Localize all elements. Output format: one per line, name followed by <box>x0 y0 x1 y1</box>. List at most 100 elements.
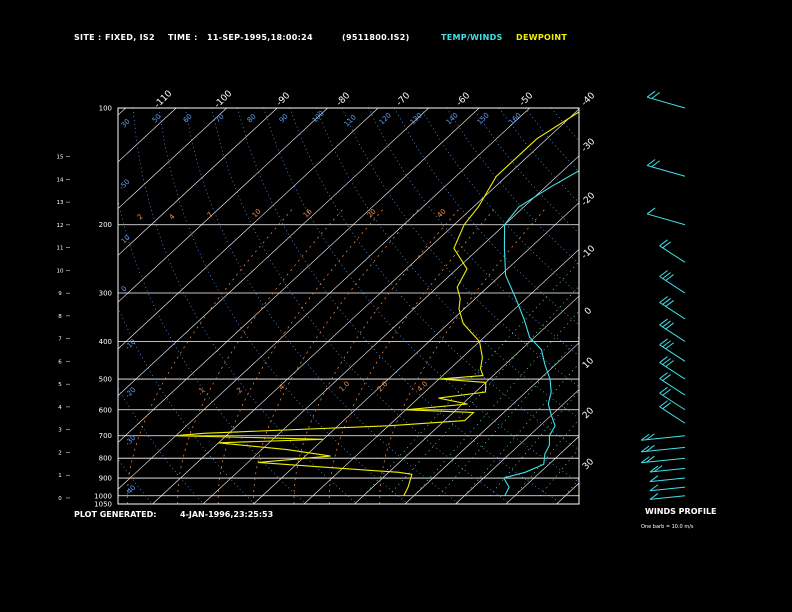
isotherm-line <box>354 295 579 504</box>
pressure-tick-label: 1050 <box>94 501 112 509</box>
height-tick-label: 6 <box>58 359 62 365</box>
moist-adiabat-line <box>388 285 579 497</box>
isotherm-line <box>303 248 579 504</box>
isotherm-line <box>0 108 75 504</box>
wind-barb <box>659 362 686 380</box>
isotherm-label: -40 <box>580 91 598 109</box>
isotherm-line <box>118 108 177 163</box>
mixing-ratio-line <box>379 206 547 504</box>
moist-adiabat-line <box>514 418 579 497</box>
isotherm-label: -90 <box>275 91 293 109</box>
mixing-ratio-label: 7 <box>206 211 215 220</box>
height-tick-label: 10 <box>57 268 64 274</box>
mixing-ratio-label: 2 <box>136 213 145 222</box>
dry-adiabat-line <box>0 108 101 504</box>
height-tick-label: 4 <box>58 405 62 411</box>
isotherm-label: -60 <box>455 91 473 109</box>
wind-barb <box>659 344 686 362</box>
dry-adiabat-label: 30 <box>120 117 132 129</box>
dry-adiabat-label: 120 <box>378 111 393 126</box>
isotherm-label: -70 <box>395 91 413 109</box>
height-tick-label: 9 <box>58 291 62 297</box>
mixing-ratio-line <box>253 206 421 504</box>
dry-adiabat-line <box>118 198 307 504</box>
dry-adiabat-label: 0 <box>120 285 129 294</box>
mixing-ratio-label: 16 <box>302 207 314 219</box>
moist-adiabat-line <box>616 225 792 496</box>
pressure-tick-label: 200 <box>99 221 112 229</box>
wind-barb <box>646 213 686 226</box>
moist-adiabat-line <box>464 362 579 497</box>
moist-adiabat-line <box>413 310 579 497</box>
dry-adiabat-line <box>341 108 579 388</box>
moist-adiabat-line <box>438 336 579 497</box>
height-tick-label: 5 <box>58 382 62 388</box>
dry-adiabat-label: 110 <box>343 113 358 128</box>
isotherm-label: -30 <box>580 137 598 155</box>
moist-adiabat-line <box>591 225 792 496</box>
height-tick-label: 2 <box>58 450 62 456</box>
isotherm-line <box>118 108 126 116</box>
isotherm-label: -10 <box>580 244 598 262</box>
height-tick-label: 3 <box>58 428 62 434</box>
dry-adiabat-line <box>289 108 579 451</box>
dry-adiabat-label: 60 <box>182 112 194 124</box>
dry-adiabat-line <box>118 458 153 504</box>
mixing-ratio-line <box>126 206 295 504</box>
isotherm-label: -110 <box>153 89 175 111</box>
dry-adiabat-line <box>603 108 792 504</box>
mixing-ratio-label: 40 <box>436 207 448 219</box>
skewt-chart: 1002003004005006007008009001000105001234… <box>0 89 792 509</box>
pressure-tick-label: 700 <box>99 432 112 440</box>
dry-adiabat-label: 90 <box>278 112 290 124</box>
wind-barb <box>641 435 686 441</box>
isotherm-line <box>118 108 429 397</box>
mixing-ratio-label: 4 <box>168 212 177 221</box>
dry-adiabat-label: 130 <box>409 111 424 126</box>
wind-barb <box>649 495 686 500</box>
height-tick-label: 0 <box>58 496 62 502</box>
wind-barb <box>646 96 686 109</box>
pressure-tick-label: 600 <box>99 406 112 414</box>
dry-adiabat-line <box>237 108 563 504</box>
dry-adiabat-line <box>656 108 792 504</box>
isotherm-line <box>118 108 227 210</box>
dry-adiabat-label: 150 <box>476 111 491 126</box>
mixing-ratio-label: .4 <box>276 383 287 394</box>
mixing-ratio-line <box>177 206 345 504</box>
dry-adiabat-line <box>577 108 579 111</box>
height-tick-label: 7 <box>58 337 62 343</box>
chart-series <box>175 111 579 497</box>
dry-adiabat-line <box>682 108 792 504</box>
dry-adiabat-label: -10 <box>124 338 138 352</box>
isotherm-line <box>0 108 25 504</box>
wind-barb <box>659 276 686 294</box>
height-tick-label: 1 <box>58 473 62 479</box>
height-tick-label: 8 <box>58 314 62 320</box>
plot-frame <box>117 107 580 505</box>
dry-adiabat-line <box>446 108 579 265</box>
dry-adiabat-label: 10 <box>120 233 132 245</box>
mixing-ratio-line <box>293 206 462 504</box>
dry-adiabat-line <box>498 108 579 204</box>
dry-adiabat-label: 160 <box>508 111 523 126</box>
wind-barb <box>659 324 686 342</box>
winds-profile <box>640 90 686 500</box>
height-tick-label: 13 <box>57 200 64 206</box>
wind-barb <box>659 406 686 424</box>
dry-adiabat-line <box>367 108 579 357</box>
isotherm-label: -80 <box>335 91 353 109</box>
dry-adiabat-label: 140 <box>445 111 460 126</box>
pressure-tick-label: 300 <box>99 290 112 298</box>
isotherm-label: -100 <box>213 89 235 111</box>
isotherm-line <box>607 108 792 504</box>
height-tick-label: 12 <box>57 223 64 229</box>
dry-adiabat-label: -40 <box>124 484 138 498</box>
wind-barb <box>646 164 686 177</box>
moist-adiabat-line <box>565 478 579 497</box>
mixing-ratio-label: 1.0 <box>338 380 352 394</box>
pressure-tick-label: 1000 <box>94 492 112 500</box>
pressure-tick-label: 900 <box>99 475 112 483</box>
dry-adiabat-label: 80 <box>246 112 258 124</box>
isotherm-label: 30 <box>581 457 596 472</box>
